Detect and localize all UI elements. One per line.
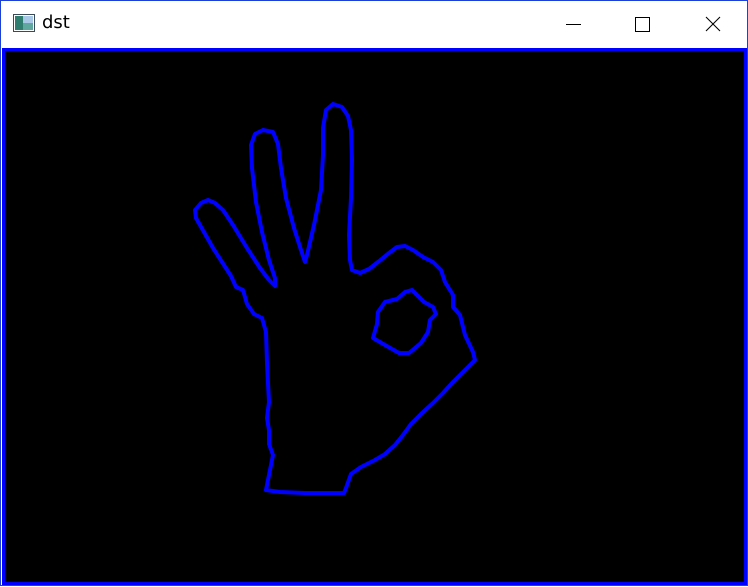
maximize-icon [635, 17, 650, 32]
title-bar[interactable]: dst [1, 1, 747, 47]
hand-contour-drawing [193, 102, 477, 495]
maximize-button[interactable] [608, 1, 678, 47]
image-canvas [5, 50, 744, 583]
close-icon [705, 16, 721, 32]
opencv-window-icon [13, 14, 35, 32]
minimize-icon [566, 24, 581, 25]
image-window: dst [0, 0, 748, 586]
window-title: dst [42, 12, 70, 33]
minimize-button[interactable] [538, 1, 608, 47]
hand-outer-contour [193, 102, 477, 495]
close-button[interactable] [678, 1, 747, 47]
hand-inner-contour [371, 288, 438, 355]
